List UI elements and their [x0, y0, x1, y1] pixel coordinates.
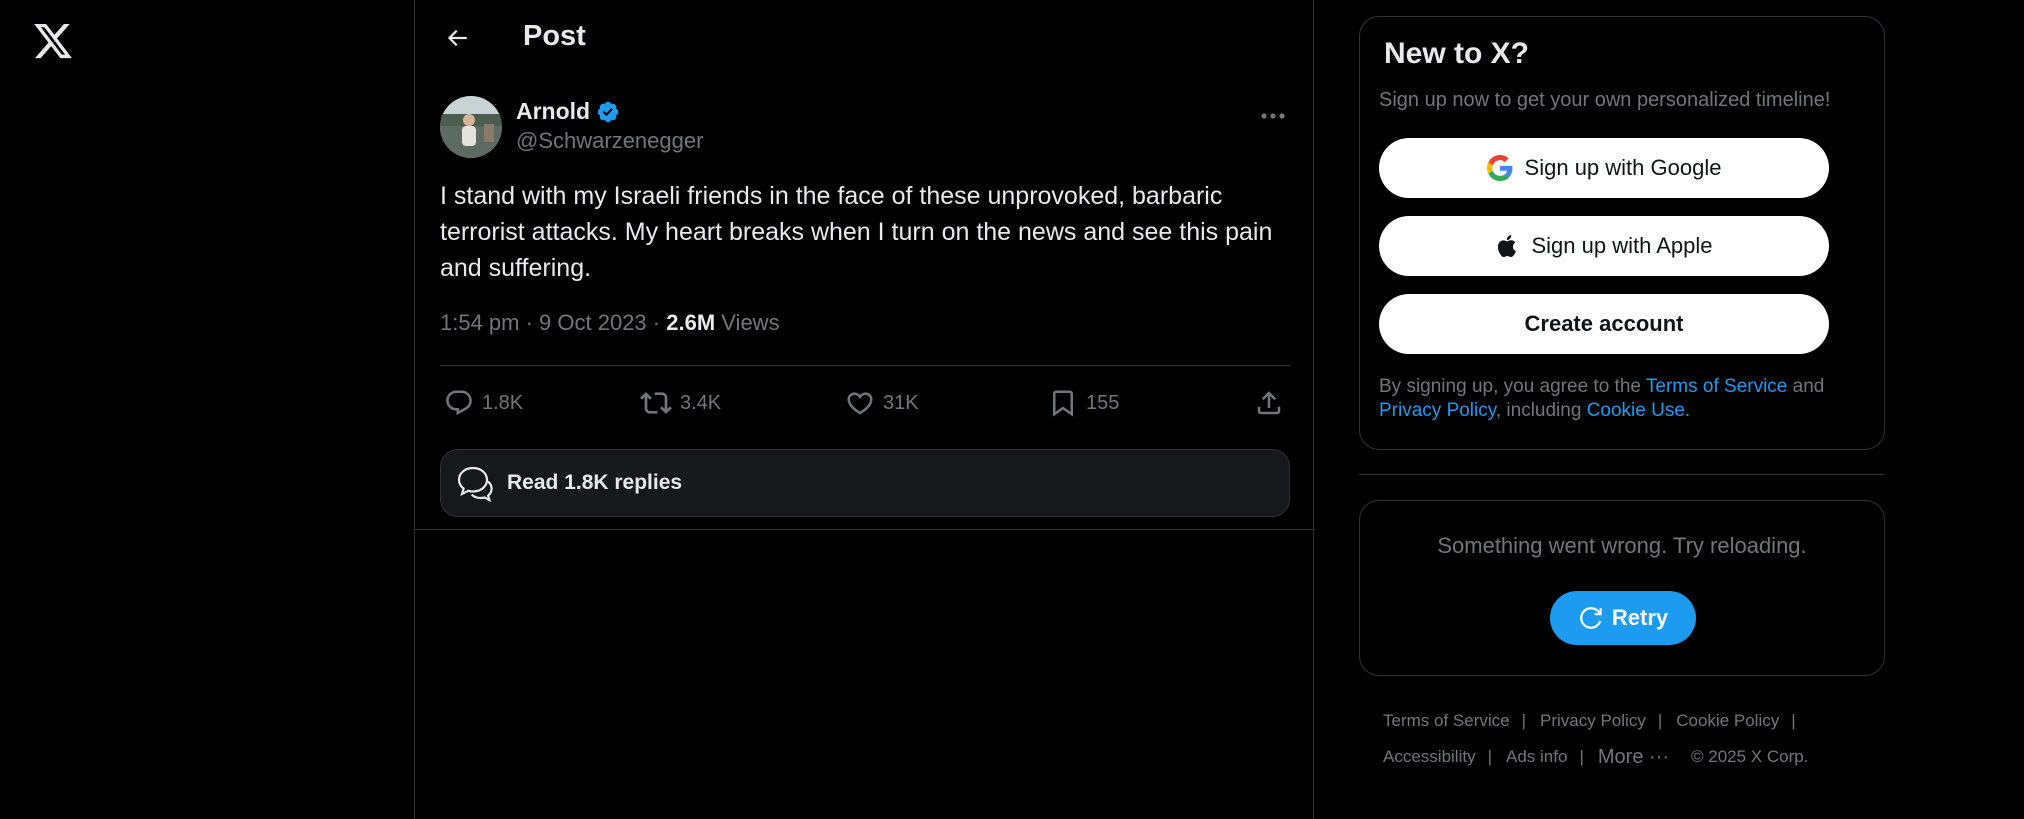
share-icon [1257, 391, 1281, 415]
tweet-text: I stand with my Israeli friends in the f… [440, 182, 1273, 282]
legal-prefix: By signing up, you agree to the [1379, 376, 1646, 397]
repost-count: 3.4K [680, 391, 722, 414]
signup-legal-text: By signing up, you agree to the Terms of… [1379, 375, 1869, 423]
signup-subtitle: Sign up now to get your own personalized… [1379, 89, 1831, 111]
more-options-button[interactable] [1258, 104, 1288, 128]
error-card: Something went wrong. Try reloading. Ret… [1359, 500, 1885, 676]
author-handle[interactable]: @Schwarzenegger [516, 128, 703, 154]
refresh-icon [1580, 607, 1602, 629]
signup-google-button[interactable]: Sign up with Google [1379, 138, 1829, 198]
legal-and: and [1787, 376, 1825, 397]
repost-button[interactable]: 3.4K [640, 382, 721, 424]
meta-separator: · [646, 310, 667, 335]
signup-google-label: Sign up with Google [1524, 155, 1722, 180]
signup-apple-label: Sign up with Apple [1531, 233, 1713, 258]
author-name-row: Arnold [516, 98, 620, 125]
footer-separator: | [1791, 711, 1796, 730]
footer-separator: | [1579, 747, 1584, 766]
footer-row: Accessibility | Ads info | More ··· © 20… [1383, 739, 1863, 775]
retry-button[interactable]: Retry [1550, 591, 1696, 645]
footer-accessibility-link[interactable]: Accessibility [1383, 739, 1476, 775]
x-logo-icon[interactable] [32, 20, 74, 62]
footer-privacy-link[interactable]: Privacy Policy [1540, 703, 1646, 739]
author-name[interactable]: Arnold [516, 98, 590, 125]
bookmark-button[interactable]: 155 [1048, 382, 1119, 424]
signup-card: New to X? Sign up now to get your own pe… [1359, 16, 1885, 450]
privacy-policy-link[interactable]: Privacy Policy [1379, 400, 1496, 421]
like-button[interactable]: 31K [845, 382, 919, 424]
reply-count: 1.8K [482, 391, 524, 414]
back-button[interactable] [437, 18, 477, 58]
read-replies-label: Read 1.8K replies [507, 471, 683, 494]
repost-icon [640, 392, 672, 414]
bookmark-icon [1053, 390, 1073, 417]
sidebar-divider [1359, 474, 1885, 475]
left-rail [0, 0, 414, 819]
main-column: Post Arnold @Schwarzenegger I stand with… [414, 0, 1315, 819]
views-label: Views [721, 310, 780, 335]
tweet-timestamp[interactable]: 1:54 pm · 9 Oct 2023 [440, 310, 647, 335]
cookie-use-link[interactable]: Cookie Use. [1587, 400, 1691, 421]
apple-icon [1498, 235, 1517, 257]
tweet-meta: 1:54 pm · 9 Oct 2023 · 2.6M Views [440, 310, 780, 336]
signup-title: New to X? [1384, 37, 1530, 70]
footer-cookie-link[interactable]: Cookie Policy [1676, 703, 1779, 739]
chat-bubbles-icon [457, 466, 493, 503]
signup-apple-button[interactable]: Sign up with Apple [1379, 216, 1829, 276]
avatar[interactable] [440, 96, 502, 158]
page-title: Post [523, 20, 586, 52]
divider [415, 529, 1315, 530]
heart-icon [847, 392, 873, 415]
read-replies-button[interactable]: Read 1.8K replies [440, 449, 1290, 517]
retry-label: Retry [1611, 605, 1669, 630]
arrow-left-icon [447, 29, 467, 47]
footer-ads-link[interactable]: Ads info [1506, 739, 1567, 775]
reply-button[interactable]: 1.8K [444, 382, 523, 424]
create-account-label: Create account [1524, 311, 1684, 336]
create-account-button[interactable]: Create account [1379, 294, 1829, 354]
footer-separator: | [1521, 711, 1527, 730]
footer-more-button[interactable]: More ··· [1598, 739, 1669, 775]
more-dots-icon [1261, 113, 1285, 119]
share-button[interactable] [1254, 382, 1284, 424]
error-message: Something went wrong. Try reloading. [1437, 533, 1807, 558]
divider [440, 365, 1290, 366]
like-count: 31K [883, 391, 919, 414]
google-icon [1486, 155, 1512, 181]
footer-terms-link[interactable]: Terms of Service [1383, 703, 1510, 739]
page-header: Post [415, 0, 1315, 76]
app-root: Post Arnold @Schwarzenegger I stand with… [0, 0, 2024, 819]
terms-of-service-link[interactable]: Terms of Service [1646, 376, 1787, 397]
sidebar-footer: Terms of Service | Privacy Policy | Cook… [1383, 703, 1863, 775]
footer-row: Terms of Service | Privacy Policy | Cook… [1383, 703, 1863, 739]
legal-including: , including [1495, 400, 1587, 421]
footer-copyright: © 2025 X Corp. [1690, 747, 1809, 766]
bookmark-count: 155 [1086, 391, 1120, 414]
footer-separator: | [1657, 711, 1663, 730]
reply-icon [446, 390, 472, 416]
footer-separator: | [1487, 747, 1493, 766]
verified-badge-icon [597, 101, 619, 122]
views-count: 2.6M [666, 310, 716, 335]
tweet-actions: 1.8K 3.4K 31K 155 [440, 382, 1290, 424]
